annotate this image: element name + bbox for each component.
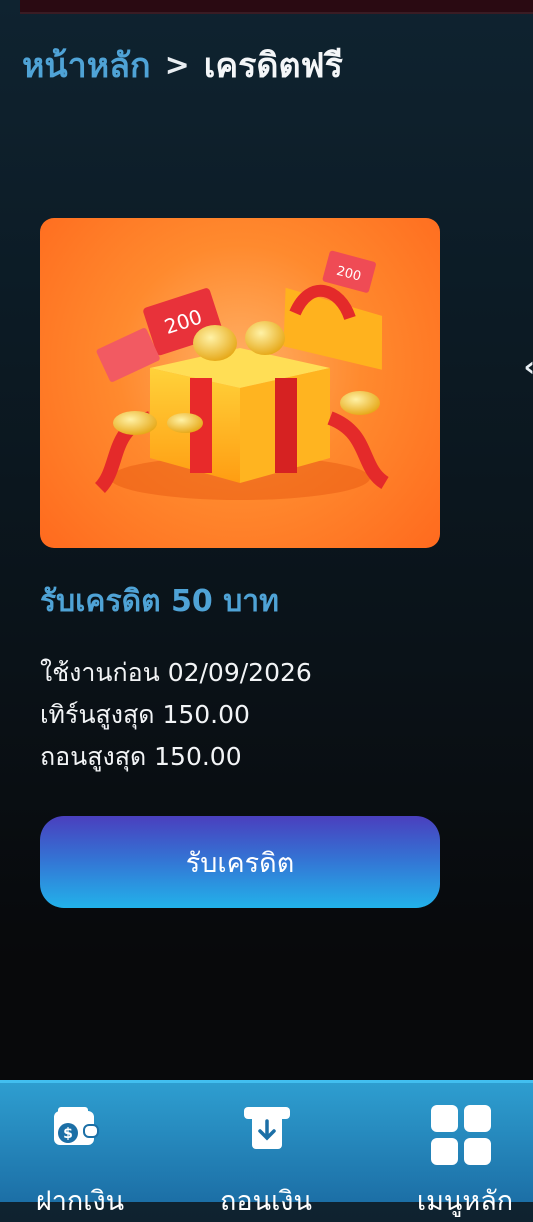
breadcrumb-home-link[interactable]: หน้าหลัก [22, 44, 151, 88]
svg-text:$: $ [63, 1126, 73, 1142]
promo-expiry: ใช้งานก่อน 02/09/2026 [40, 658, 312, 687]
withdraw-icon [244, 1107, 290, 1149]
promo-image: 200 200 [40, 218, 440, 548]
main-menu-grid-icon [431, 1105, 491, 1165]
breadcrumb-current: เครดิตฟรี [203, 46, 343, 86]
promo-details: ใช้งานก่อน 02/09/2026 เทิร์นสูงสุด 150.0… [40, 652, 312, 778]
nav-withdraw[interactable]: ถอนเงิน [186, 1083, 346, 1217]
promo-title: รับเครดิต 50 บาท [40, 584, 279, 619]
promo-max-withdraw: ถอนสูงสุด 150.00 [40, 742, 242, 771]
nav-deposit[interactable]: $ ฝากเงิน [0, 1083, 160, 1217]
chevron-left-icon[interactable]: ‹ [523, 350, 533, 383]
promo-max-turnover: เทิร์นสูงสุด 150.00 [40, 700, 250, 729]
top-bar [20, 0, 533, 14]
deposit-wallet-icon: $ [54, 1107, 99, 1145]
nav-main-menu-label: เมนูหลัก [416, 1186, 514, 1217]
bottom-nav: $ ฝากเงิน ถอนเงิน เมนูหลัก [0, 1080, 533, 1217]
breadcrumb: หน้าหลัก > เครดิตฟรี [22, 44, 343, 88]
nav-main-menu[interactable]: เมนูหลัก [385, 1083, 533, 1217]
gift-box-illustration: 200 200 [94, 250, 390, 500]
nav-withdraw-label: ถอนเงิน [220, 1186, 312, 1217]
claim-credit-button[interactable]: รับเครดิต [40, 816, 440, 908]
breadcrumb-separator: > [164, 48, 190, 83]
nav-deposit-label: ฝากเงิน [35, 1186, 125, 1217]
